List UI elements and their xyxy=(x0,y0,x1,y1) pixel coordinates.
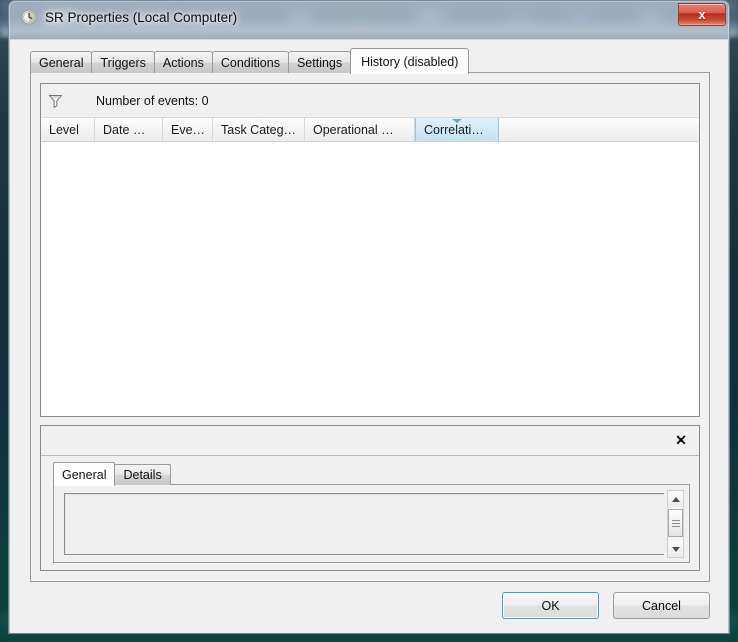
column-label: Level xyxy=(49,122,79,137)
events-list-group: Number of events: 0 Level Date … Eve… Ta… xyxy=(40,83,700,417)
chevron-up-icon xyxy=(671,496,680,502)
tab-label: General xyxy=(39,55,84,70)
chevron-down-icon xyxy=(671,546,680,552)
tab-actions[interactable]: Actions xyxy=(153,51,213,73)
tab-settings[interactable]: Settings xyxy=(287,51,352,73)
dialog-button-row: OK Cancel xyxy=(502,592,710,619)
scroll-up-button[interactable] xyxy=(668,491,683,507)
title-row: SR Properties (Local Computer) xyxy=(21,9,237,25)
column-label: Eve… xyxy=(171,122,206,137)
main-tabstrip: General Triggers Actions Conditions Sett… xyxy=(30,48,470,74)
preview-tab-general[interactable]: General xyxy=(53,462,116,486)
close-icon: x xyxy=(698,7,706,22)
events-list-body[interactable] xyxy=(41,142,699,416)
event-detail-textarea[interactable] xyxy=(64,493,664,555)
tab-label: Conditions xyxy=(220,55,280,70)
close-window-button[interactable]: x xyxy=(678,3,726,26)
tab-label: Actions xyxy=(162,55,204,70)
scrollbar-thumb[interactable] xyxy=(668,509,683,537)
tab-triggers[interactable]: Triggers xyxy=(91,51,155,73)
tab-label: History (disabled) xyxy=(361,54,459,69)
event-preview-pane: ✕ General Details xyxy=(40,425,700,571)
events-count-label: Number of events: 0 xyxy=(96,93,209,108)
column-label: Correlati… xyxy=(424,122,484,137)
column-label: Operational … xyxy=(313,122,394,137)
tab-conditions[interactable]: Conditions xyxy=(211,51,289,73)
preview-pane-header: ✕ xyxy=(41,426,699,456)
tab-history[interactable]: History (disabled) xyxy=(350,48,470,74)
preview-tab-label: Details xyxy=(123,468,162,482)
preview-tab-panel xyxy=(53,484,690,563)
preview-close-icon[interactable]: ✕ xyxy=(671,430,691,450)
column-label: Task Categ… xyxy=(221,122,297,137)
tab-general[interactable]: General xyxy=(30,51,93,73)
detail-vertical-scrollbar[interactable] xyxy=(667,490,684,558)
client-area: General Triggers Actions Conditions Sett… xyxy=(10,39,728,633)
preview-tabstrip: General Details xyxy=(53,462,171,486)
scroll-down-button[interactable] xyxy=(668,541,683,557)
tab-label: Settings xyxy=(296,55,343,70)
column-header-operational-code[interactable]: Operational … xyxy=(305,118,415,141)
column-header-correlation-id[interactable]: Correlati… xyxy=(415,118,499,141)
history-tab-panel: Number of events: 0 Level Date … Eve… Ta… xyxy=(30,72,710,582)
events-column-header: Level Date … Eve… Task Categ… Operationa… xyxy=(41,118,699,142)
scrollbar-track[interactable] xyxy=(668,507,683,541)
column-header-event-id[interactable]: Eve… xyxy=(163,118,213,141)
column-header-filler xyxy=(499,118,699,141)
preview-tab-details[interactable]: Details xyxy=(114,464,171,485)
column-header-task-category[interactable]: Task Categ… xyxy=(213,118,305,141)
filter-bar: Number of events: 0 xyxy=(41,84,699,118)
column-header-level[interactable]: Level xyxy=(41,118,95,141)
sort-descending-icon xyxy=(452,119,462,123)
tab-label: Triggers xyxy=(100,55,146,70)
properties-window: SR Properties (Local Computer) x General… xyxy=(8,0,730,634)
preview-tab-label: General xyxy=(62,467,107,482)
column-header-date[interactable]: Date … xyxy=(95,118,163,141)
funnel-icon[interactable] xyxy=(47,92,64,109)
ok-button[interactable]: OK xyxy=(502,592,599,619)
cancel-button[interactable]: Cancel xyxy=(613,592,710,619)
column-label: Date … xyxy=(103,122,146,137)
title-bar[interactable]: SR Properties (Local Computer) x xyxy=(9,1,729,39)
clock-icon xyxy=(21,9,37,25)
window-title: SR Properties (Local Computer) xyxy=(45,9,238,25)
